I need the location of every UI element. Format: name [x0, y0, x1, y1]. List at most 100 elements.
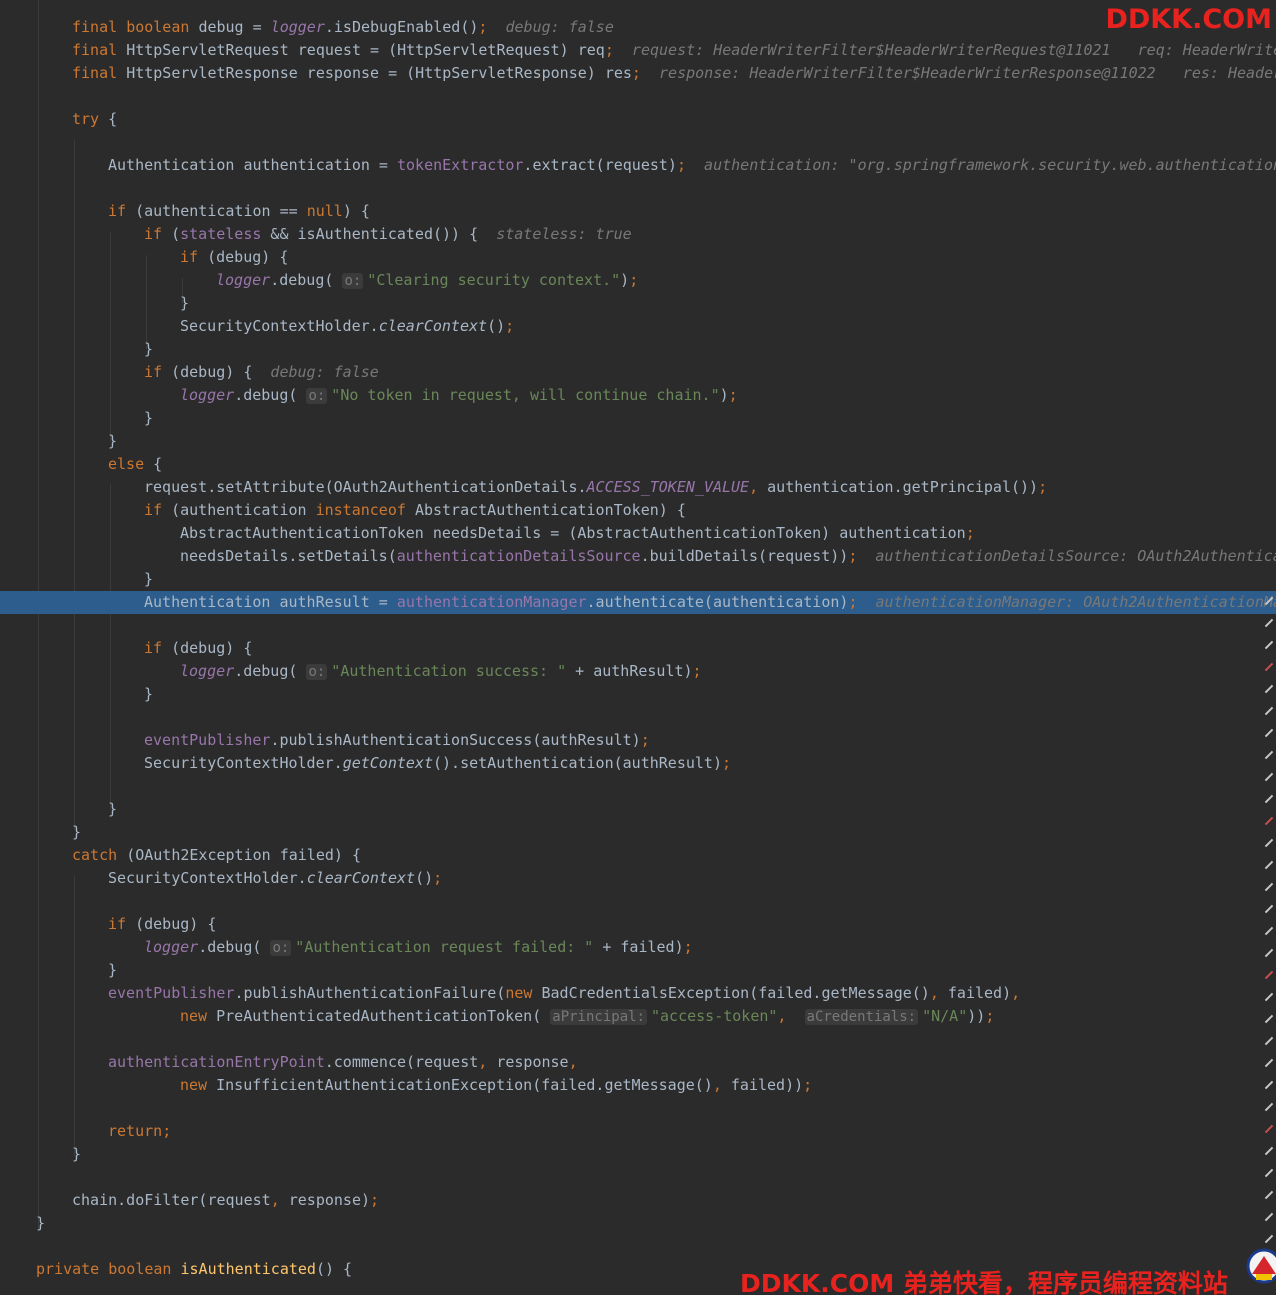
scroll-marker [1264, 882, 1274, 892]
scroll-marker [1264, 948, 1274, 958]
code-token: (OAuth2Exception failed) { [126, 846, 361, 864]
code-token: } [72, 823, 82, 841]
keyword-token: ; [803, 1076, 813, 1094]
keyword-token: instanceof [315, 501, 415, 519]
scroll-marker [1264, 1124, 1274, 1134]
code-line[interactable]: return; [0, 1120, 1276, 1143]
code-line[interactable]: AbstractAuthenticationToken needsDetails… [0, 522, 1276, 545]
keyword-token: ; [683, 938, 693, 956]
code-token: )) [967, 1007, 986, 1025]
scroll-marker [1264, 926, 1274, 936]
keyword-token: new [505, 984, 542, 1002]
code-token: clearContext [306, 869, 416, 887]
keyword-token: final [72, 41, 127, 59]
code-token: (debug) { [207, 248, 289, 266]
code-line[interactable]: } [0, 338, 1276, 361]
code-line[interactable]: } [0, 959, 1276, 982]
code-line[interactable]: catch (OAuth2Exception failed) { [0, 844, 1276, 867]
code-line[interactable]: if (stateless && isAuthenticated()) { st… [0, 223, 1276, 246]
keyword-token: new [180, 1076, 217, 1094]
code-token: } [108, 800, 118, 818]
code-line[interactable]: } [0, 1143, 1276, 1166]
code-line[interactable]: logger.debug( o: "Authentication success:… [0, 660, 1276, 683]
code-token: SecurityContextHolder. [144, 754, 343, 772]
keyword-token: ; [721, 754, 732, 772]
code-line[interactable]: SecurityContextHolder.clearContext(); [0, 867, 1276, 890]
field-token: authenticationManager [396, 593, 587, 611]
keyword-token: ; [629, 271, 639, 289]
code-line[interactable]: logger.debug( o: "Clearing security conte… [0, 269, 1276, 292]
keyword-token: private [36, 1260, 109, 1278]
string-token: "N/A" [922, 1007, 968, 1025]
code-line[interactable]: SecurityContextHolder.clearContext(); [0, 315, 1276, 338]
code-line[interactable]: try { [0, 108, 1276, 131]
code-token: } [180, 294, 190, 312]
keyword-token: new [180, 1007, 217, 1025]
code-token: } [144, 409, 154, 427]
code-line[interactable]: final HttpServletRequest request = (Http… [0, 39, 1276, 62]
keyword-token: if [108, 915, 136, 933]
code-token: () { [315, 1260, 353, 1278]
code-editor[interactable]: final boolean debug = logger.isDebugEnab… [0, 0, 1276, 1295]
code-line[interactable]: } [0, 568, 1276, 591]
string-token: "No token in request, will continue chai… [331, 386, 720, 404]
code-token: .debug( [198, 938, 271, 956]
code-token: (authentication == [135, 202, 307, 220]
code-token: Authentication authResult = [144, 593, 397, 611]
code-line[interactable]: } [0, 683, 1276, 706]
scrollbar-markers[interactable] [1260, 596, 1276, 1260]
keyword-token: if [144, 225, 172, 243]
code-token: (debug) { [171, 639, 253, 657]
code-token: AbstractAuthenticationToken) { [414, 501, 686, 519]
keyword-token: ; [162, 1122, 172, 1140]
code-line[interactable]: needsDetails.setDetails(authenticationDe… [0, 545, 1276, 568]
code-line[interactable]: if (debug) { debug: false [0, 361, 1276, 384]
code-line[interactable]: logger.debug( o: "Authentication request … [0, 936, 1276, 959]
code-token: .isDebugEnabled() [324, 18, 479, 36]
code-token: debug = [198, 18, 271, 36]
code-token: } [144, 340, 154, 358]
code-token: .debug( [234, 662, 307, 680]
code-token: authentication.getPrincipal()) [767, 478, 1039, 496]
code-line[interactable]: } [0, 821, 1276, 844]
code-line[interactable]: } [0, 1212, 1276, 1235]
scroll-marker [1264, 706, 1274, 716]
code-line[interactable]: if (debug) { [0, 246, 1276, 269]
field-token: stateless [180, 225, 262, 243]
code-line[interactable]: } [0, 292, 1276, 315]
code-line[interactable]: authenticationEntryPoint.commence(reques… [0, 1051, 1276, 1074]
code-line[interactable]: request.setAttribute(OAuth2Authenticatio… [0, 476, 1276, 499]
code-token: (debug) { [171, 363, 253, 381]
scroll-marker [1264, 1014, 1274, 1024]
code-line[interactable]: eventPublisher.publishAuthenticationFail… [0, 982, 1276, 1005]
scroll-marker [1264, 1190, 1274, 1200]
keyword-token: if [144, 363, 172, 381]
code-line[interactable]: new InsufficientAuthenticationException(… [0, 1074, 1276, 1097]
code-line[interactable]: if (debug) { [0, 913, 1276, 936]
code-line[interactable]: } [0, 407, 1276, 430]
code-line[interactable]: logger.debug( o: "No token in request, wi… [0, 384, 1276, 407]
code-line[interactable]: new PreAuthenticatedAuthenticationToken(… [0, 1005, 1276, 1028]
keyword-token: final [72, 64, 127, 82]
code-line[interactable]: eventPublisher.publishAuthenticationSucc… [0, 729, 1276, 752]
code-line[interactable]: if (authentication == null) { [0, 200, 1276, 223]
code-line[interactable]: Authentication authentication = tokenExt… [0, 154, 1276, 177]
current-execution-line[interactable]: Authentication authResult = authenticati… [0, 591, 1276, 614]
code-line[interactable]: chain.doFilter(request, response); [0, 1189, 1276, 1212]
code-line[interactable]: else { [0, 453, 1276, 476]
code-token: ) [620, 271, 630, 289]
code-line[interactable]: if (debug) { [0, 637, 1276, 660]
code-token: ) [719, 386, 729, 404]
keyword-token: boolean [108, 1260, 181, 1278]
debug-value-hint: authenticationDetailsSource: OAuth2Authe… [875, 547, 1276, 565]
keyword-token: ; [433, 869, 443, 887]
code-line[interactable]: } [0, 430, 1276, 453]
code-line[interactable]: SecurityContextHolder.getContext().setAu… [0, 752, 1276, 775]
scroll-marker [1264, 970, 1274, 980]
code-line[interactable]: if (authentication instanceof AbstractAu… [0, 499, 1276, 522]
code-line[interactable]: final boolean debug = logger.isDebugEnab… [0, 16, 1276, 39]
code-token: getContext [342, 754, 433, 772]
code-line[interactable]: final HttpServletResponse response = (Ht… [0, 62, 1276, 85]
code-line[interactable]: } [0, 798, 1276, 821]
keyword-token: if [144, 639, 172, 657]
